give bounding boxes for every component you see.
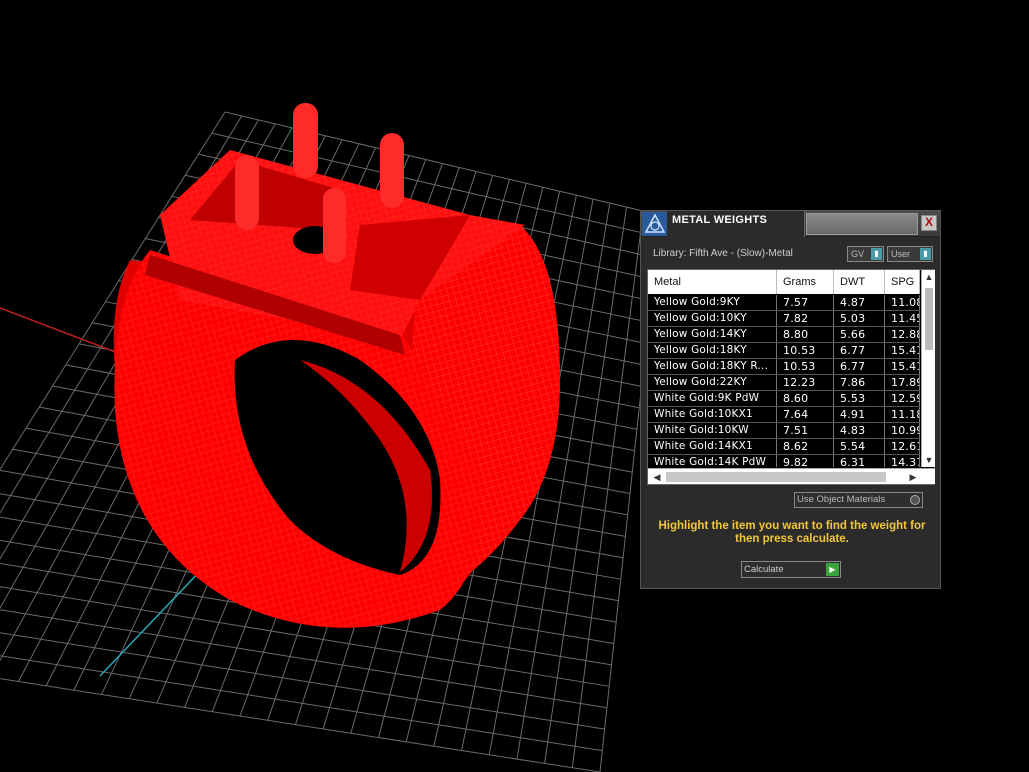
title-bar-fill (806, 213, 918, 235)
metal-cell: Yellow Gold:18KY (648, 343, 777, 358)
grams-cell: 10.53 (777, 359, 834, 374)
horizontal-scrollbar[interactable]: ◀ ▶ (648, 468, 935, 484)
metal-cell: White Gold:14KX1 (648, 439, 777, 454)
spg-cell: 17.89 (885, 375, 920, 390)
dwt-cell: 7.86 (834, 375, 885, 390)
gv-dropdown-label: GV (851, 249, 865, 259)
vertical-scrollbar[interactable]: ▲ ▼ (921, 270, 935, 467)
grams-cell: 7.51 (777, 423, 834, 438)
dwt-cell: 6.31 (834, 455, 885, 467)
user-dropdown-label: User (891, 249, 911, 259)
metal-cell: White Gold:14K PdW (648, 455, 777, 467)
grams-cell: 8.62 (777, 439, 834, 454)
calculate-button[interactable]: Calculate ▶ (741, 561, 841, 578)
spg-cell: 14.37 (885, 455, 920, 467)
spg-cell: 12.61 (885, 439, 920, 454)
table-row[interactable]: Yellow Gold:9KY7.574.8711.08 (648, 295, 920, 311)
metal-cell: Yellow Gold:22KY (648, 375, 777, 390)
spg-cell: 10.99 (885, 423, 920, 438)
dwt-cell: 6.77 (834, 359, 885, 374)
hscroll-thumb[interactable] (666, 472, 886, 482)
table-row[interactable]: Yellow Gold:10KY7.825.0311.45 (648, 311, 920, 327)
grams-cell: 7.64 (777, 407, 834, 422)
grams-cell: 8.60 (777, 391, 834, 406)
scroll-right-icon[interactable]: ▶ (906, 469, 920, 485)
header-dwt[interactable]: DWT (834, 270, 885, 294)
panel-titlebar[interactable]: METAL WEIGHTS X (641, 211, 940, 237)
dwt-cell: 4.83 (834, 423, 885, 438)
grams-cell: 7.82 (777, 311, 834, 326)
radio-icon[interactable] (910, 495, 920, 505)
library-label: Library: Fifth Ave - (Slow)-Metal (653, 248, 793, 259)
app-logo-icon (642, 212, 668, 236)
metal-cell: Yellow Gold:10KY (648, 311, 777, 326)
close-button[interactable]: X (921, 215, 937, 231)
metal-cell: White Gold:10KW (648, 423, 777, 438)
dwt-cell: 5.53 (834, 391, 885, 406)
table-row[interactable]: Yellow Gold:18KY10.536.7715.41 (648, 343, 920, 359)
dropdown-arrow-icon: ▮ (871, 248, 882, 260)
dropdown-arrow-icon: ▮ (920, 248, 931, 260)
instruction-text: Highlight the item you want to find the … (658, 520, 926, 545)
metal-cell: White Gold:10KX1 (648, 407, 777, 422)
scroll-down-icon[interactable]: ▼ (922, 453, 936, 467)
metal-cell: Yellow Gold:18KY R... (648, 359, 777, 374)
scroll-left-icon[interactable]: ◀ (650, 469, 664, 485)
spg-cell: 15.41 (885, 343, 920, 358)
grams-cell: 12.23 (777, 375, 834, 390)
dwt-cell: 4.87 (834, 295, 885, 310)
table-row[interactable]: Yellow Gold:14KY8.805.6612.88 (648, 327, 920, 343)
scroll-thumb[interactable] (925, 288, 933, 350)
metal-cell: Yellow Gold:9KY (648, 295, 777, 310)
table-row[interactable]: White Gold:10KX17.644.9111.18 (648, 407, 920, 423)
grams-cell: 7.57 (777, 295, 834, 310)
spg-cell: 11.08 (885, 295, 920, 310)
table-body: Yellow Gold:9KY7.574.8711.08Yellow Gold:… (648, 295, 920, 467)
spg-cell: 15.41 (885, 359, 920, 374)
metals-table[interactable]: Metal Grams DWT SPG Yellow Gold:9KY 7.57 4… (647, 269, 935, 485)
gv-dropdown[interactable]: GV ▮ (847, 246, 884, 262)
use-object-materials-label: Use Object Materials (797, 494, 886, 505)
table-row[interactable]: White Gold:14K PdW9.826.3114.37 (648, 455, 920, 467)
table-row[interactable]: White Gold:10KW7.514.8310.99 (648, 423, 920, 439)
user-dropdown[interactable]: User ▮ (887, 246, 933, 262)
header-grams[interactable]: Grams (777, 270, 834, 294)
header-metal[interactable]: Metal (648, 270, 777, 294)
grams-cell: 9.82 (777, 455, 834, 467)
dwt-cell: 5.66 (834, 327, 885, 342)
play-arrow-icon: ▶ (826, 563, 839, 576)
metal-cell: Yellow Gold:14KY (648, 327, 777, 342)
metal-cell: White Gold:9K PdW (648, 391, 777, 406)
table-row[interactable]: White Gold:14KX18.625.5412.61 (648, 439, 920, 455)
table-row[interactable]: Yellow Gold:22KY12.237.8617.89 (648, 375, 920, 391)
spg-cell: 11.18 (885, 407, 920, 422)
table-header: Metal Grams DWT SPG (648, 270, 920, 294)
panel-title: METAL WEIGHTS (672, 214, 768, 226)
spg-cell: 11.45 (885, 311, 920, 326)
grams-cell: 8.80 (777, 327, 834, 342)
dwt-cell: 4.91 (834, 407, 885, 422)
metal-weights-panel: METAL WEIGHTS X Library: Fifth Ave - (Sl… (640, 210, 941, 589)
table-row[interactable]: White Gold:9K PdW8.605.5312.59 (648, 391, 920, 407)
dwt-cell: 5.54 (834, 439, 885, 454)
header-spg[interactable]: SPG (885, 270, 920, 294)
table-row[interactable]: Yellow Gold:18KY R...10.536.7715.41 (648, 359, 920, 375)
calculate-label: Calculate (744, 564, 784, 575)
dwt-cell: 5.03 (834, 311, 885, 326)
use-object-materials-toggle[interactable]: Use Object Materials (794, 492, 923, 508)
spg-cell: 12.59 (885, 391, 920, 406)
dwt-cell: 6.77 (834, 343, 885, 358)
spg-cell: 12.88 (885, 327, 920, 342)
grams-cell: 10.53 (777, 343, 834, 358)
scroll-up-icon[interactable]: ▲ (922, 270, 936, 284)
